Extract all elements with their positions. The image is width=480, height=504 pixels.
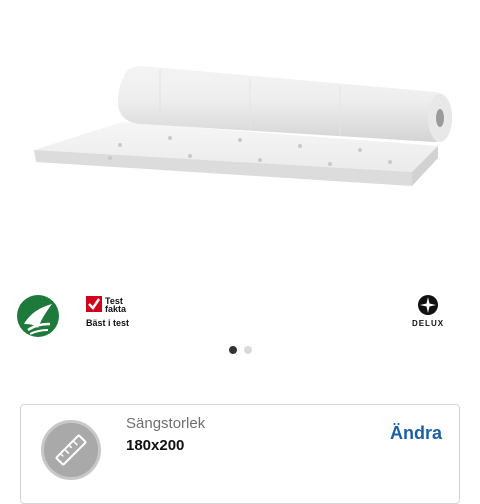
carousel-dot-1[interactable] (228, 346, 237, 354)
testfakta-badge: Test fakta Bäst i test (86, 296, 146, 336)
testfakta-line-2: fakta (105, 304, 127, 314)
delux-label: DELUX (411, 319, 445, 328)
testfakta-line-3: Bäst i test (86, 318, 130, 328)
checkmark-icon (86, 296, 102, 312)
carousel-pagination (0, 346, 480, 356)
carousel-dot-2[interactable] (243, 346, 252, 354)
bed-size-selector[interactable]: Sängstorlek 180x200 Ändra (20, 404, 460, 504)
change-size-button[interactable]: Ändra (390, 423, 442, 444)
ruler-icon (41, 420, 101, 480)
certification-badges: Test fakta Bäst i test DELUX (0, 290, 480, 340)
delux-logo: DELUX (398, 294, 458, 338)
star-icon (418, 295, 438, 315)
bed-size-value: 180x200 (126, 437, 185, 454)
bed-size-label: Sängstorlek (126, 415, 206, 432)
nordic-swan-ecolabel-icon (16, 294, 60, 338)
product-image[interactable] (0, 0, 480, 270)
